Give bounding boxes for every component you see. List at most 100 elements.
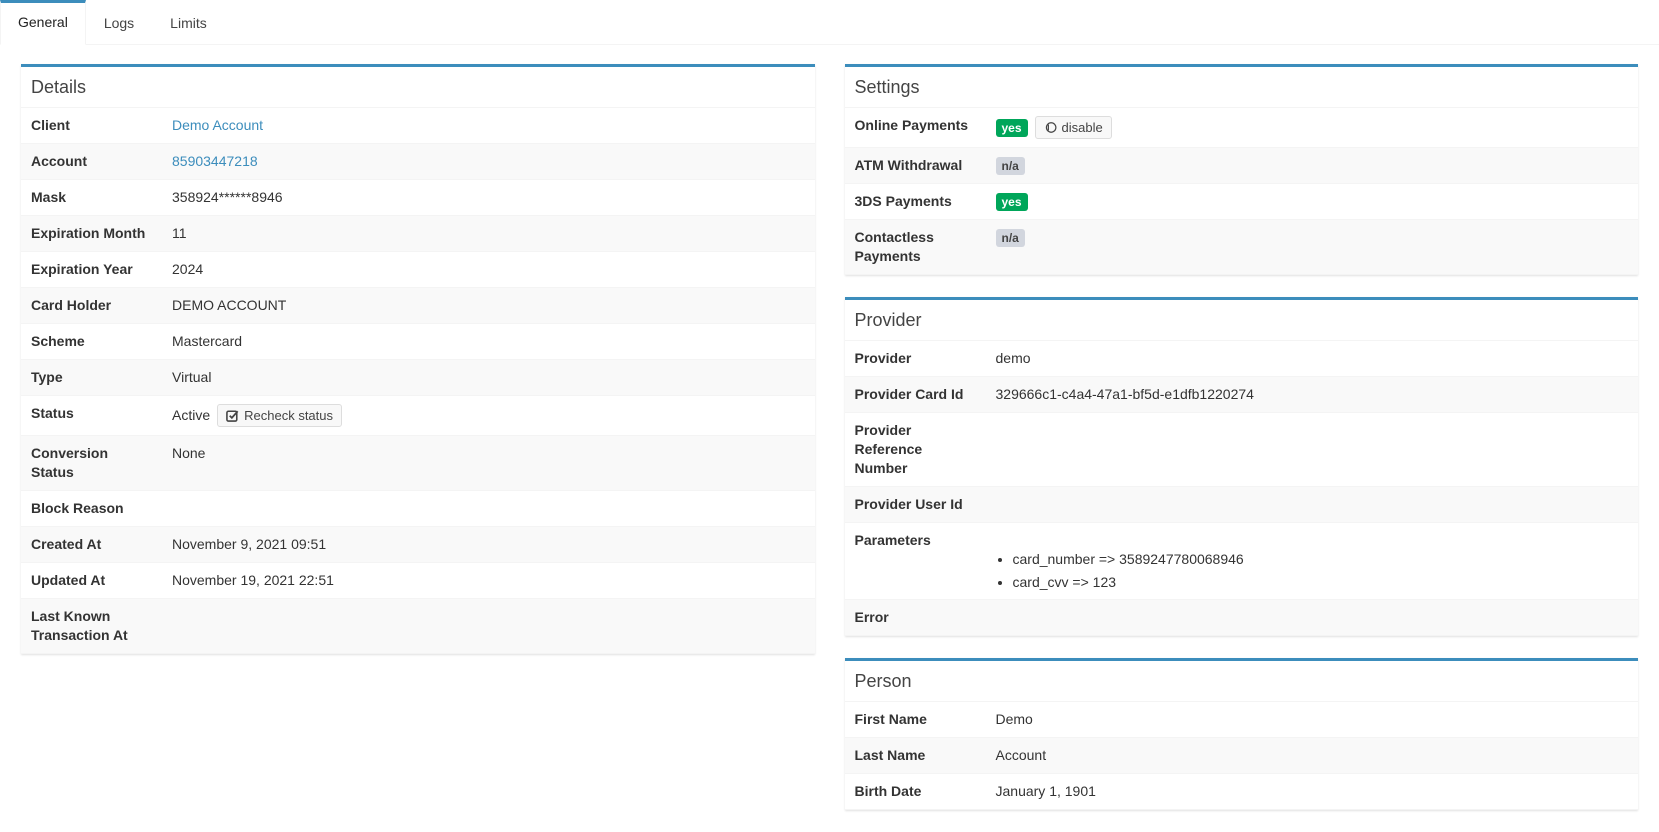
account-link[interactable]: 85903447218 [172,152,258,171]
row-label-created-at: Created At [21,527,162,563]
table-row-scheme: Scheme Mastercard [21,324,815,360]
provider-panel: Provider ProviderdemoProvider Card Id329… [845,297,1639,636]
button-label: disable [1062,120,1103,135]
row-value-created-at: November 9, 2021 09:51 [162,527,815,563]
person-table: First NameDemoLast NameAccountBirth Date… [845,701,1639,809]
recheck-status-button[interactable]: Recheck status [217,404,342,427]
row-value-account: 85903447218 [162,144,815,180]
row-label-account: Account [21,144,162,180]
scheme-text: Mastercard [172,332,242,351]
row-value-block-reason [162,491,815,527]
row-value-contactless-payments: n/a [986,220,1639,275]
details-panel-title: Details [21,67,815,107]
row-value-status: ActiveRecheck status [162,396,815,436]
row-label-updated-at: Updated At [21,563,162,599]
row-value-provider-user-id [986,487,1639,523]
row-value-content: 85903447218 [172,152,805,171]
row-label-status: Status [21,396,162,436]
list-item: card_number => 3589247780068946 [1013,550,1629,568]
row-value-content: Demo Account [172,116,805,135]
disable-button[interactable]: disable [1035,116,1112,139]
row-value-content: 358924******8946 [172,188,805,207]
tab-logs[interactable]: Logs [86,0,152,44]
row-value-content: January 1, 1901 [996,782,1629,801]
row-label-parameters: Parameters [845,523,986,600]
tab-general[interactable]: General [0,0,86,45]
table-row-provider-reference-number: Provider Reference Number [845,413,1639,487]
updated-at-text: November 19, 2021 22:51 [172,571,334,590]
row-value-content: 329666c1-c4a4-47a1-bf5d-e1dfb1220274 [996,385,1629,404]
provider-text: demo [996,349,1031,368]
table-row-card-holder: Card Holder DEMO ACCOUNT [21,288,815,324]
table-row-client: ClientDemo Account [21,108,815,144]
row-label-first-name: First Name [845,702,986,738]
client-link[interactable]: Demo Account [172,116,263,135]
row-value-content: DEMO ACCOUNT [172,296,805,315]
table-row-expiration-year: Expiration Year2024 [21,252,815,288]
row-value-last-known-transaction-at [162,599,815,654]
row-value-mask: 358924******8946 [162,180,815,216]
row-value-first-name: Demo [986,702,1639,738]
last-name-text: Account [996,746,1047,765]
row-value-atm-withdrawal: n/a [986,148,1639,184]
provider-panel-title: Provider [845,300,1639,340]
row-label-card-holder: Card Holder [21,288,162,324]
row-label-provider-card-id: Provider Card Id [845,377,986,413]
row-value-card-holder: DEMO ACCOUNT [162,288,815,324]
created-at-text: November 9, 2021 09:51 [172,535,326,554]
table-row-birth-date: Birth DateJanuary 1, 1901 [845,774,1639,810]
row-value-content: Virtual [172,368,805,387]
row-value-content: None [172,444,805,463]
row-value-birth-date: January 1, 1901 [986,774,1639,810]
contactless-payments-badge: n/a [996,229,1025,247]
button-label: Recheck status [244,408,333,423]
row-value-content [996,608,1629,627]
tab-limits[interactable]: Limits [152,0,225,44]
provider-table: ProviderdemoProvider Card Id329666c1-c4a… [845,340,1639,635]
row-label-online-payments: Online Payments [845,108,986,148]
row-label-scheme: Scheme [21,324,162,360]
row-value-last-name: Account [986,738,1639,774]
table-row-atm-withdrawal: ATM Withdrawaln/a [845,148,1639,184]
row-value-content: demo [996,349,1629,368]
table-row-account: Account 85903447218 [21,144,815,180]
table-row-online-payments: Online Paymentsyesdisable [845,108,1639,148]
settings-table: Online PaymentsyesdisableATM Withdrawaln… [845,107,1639,274]
row-value-error [986,600,1639,636]
table-row-parameters: Parameterscard_number => 358924778006894… [845,523,1639,600]
check-square-icon [226,409,239,422]
row-value-provider-card-id: 329666c1-c4a4-47a1-bf5d-e1dfb1220274 [986,377,1639,413]
row-value-parameters: card_number => 3589247780068946 card_cvv … [986,523,1639,600]
table-row-provider-user-id: Provider User Id [845,487,1639,523]
row-value-content: n/a [996,228,1629,247]
table-row-contactless-payments: Contactless Payments n/a [845,220,1639,275]
row-value-content: Demo [996,710,1629,729]
table-row-first-name: First Name Demo [845,702,1639,738]
row-value-scheme: Mastercard [162,324,815,360]
row-value-content: yes [996,192,1629,211]
tab-bar: General Logs Limits [0,0,1659,45]
birth-date-text: January 1, 1901 [996,782,1096,801]
table-row-last-known-transaction-at: Last Known Transaction At [21,599,815,654]
table-row-conversion-status: Conversion StatusNone [21,436,815,491]
row-value-3ds-payments: yes [986,184,1639,220]
row-label-contactless-payments: Contactless Payments [845,220,986,275]
row-label-provider-user-id: Provider User Id [845,487,986,523]
atm-withdrawal-badge: n/a [996,157,1025,175]
row-value-content [172,499,805,518]
toggle-off-icon [1044,121,1057,134]
type-text: Virtual [172,368,211,387]
row-value-type: Virtual [162,360,815,396]
parameters-list: card_number => 3589247780068946 card_cvv … [996,550,1629,591]
row-label-type: Type [21,360,162,396]
table-row-mask: Mask 358924******8946 [21,180,815,216]
row-label-block-reason: Block Reason [21,491,162,527]
row-value-content: November 19, 2021 22:51 [172,571,805,590]
row-label-expiration-month: Expiration Month [21,216,162,252]
row-value-updated-at: November 19, 2021 22:51 [162,563,815,599]
list-item: card_cvv => 123 [1013,573,1629,591]
card-holder-text: DEMO ACCOUNT [172,296,286,315]
row-value-client: Demo Account [162,108,815,144]
row-value-content [996,531,1629,550]
row-label-mask: Mask [21,180,162,216]
